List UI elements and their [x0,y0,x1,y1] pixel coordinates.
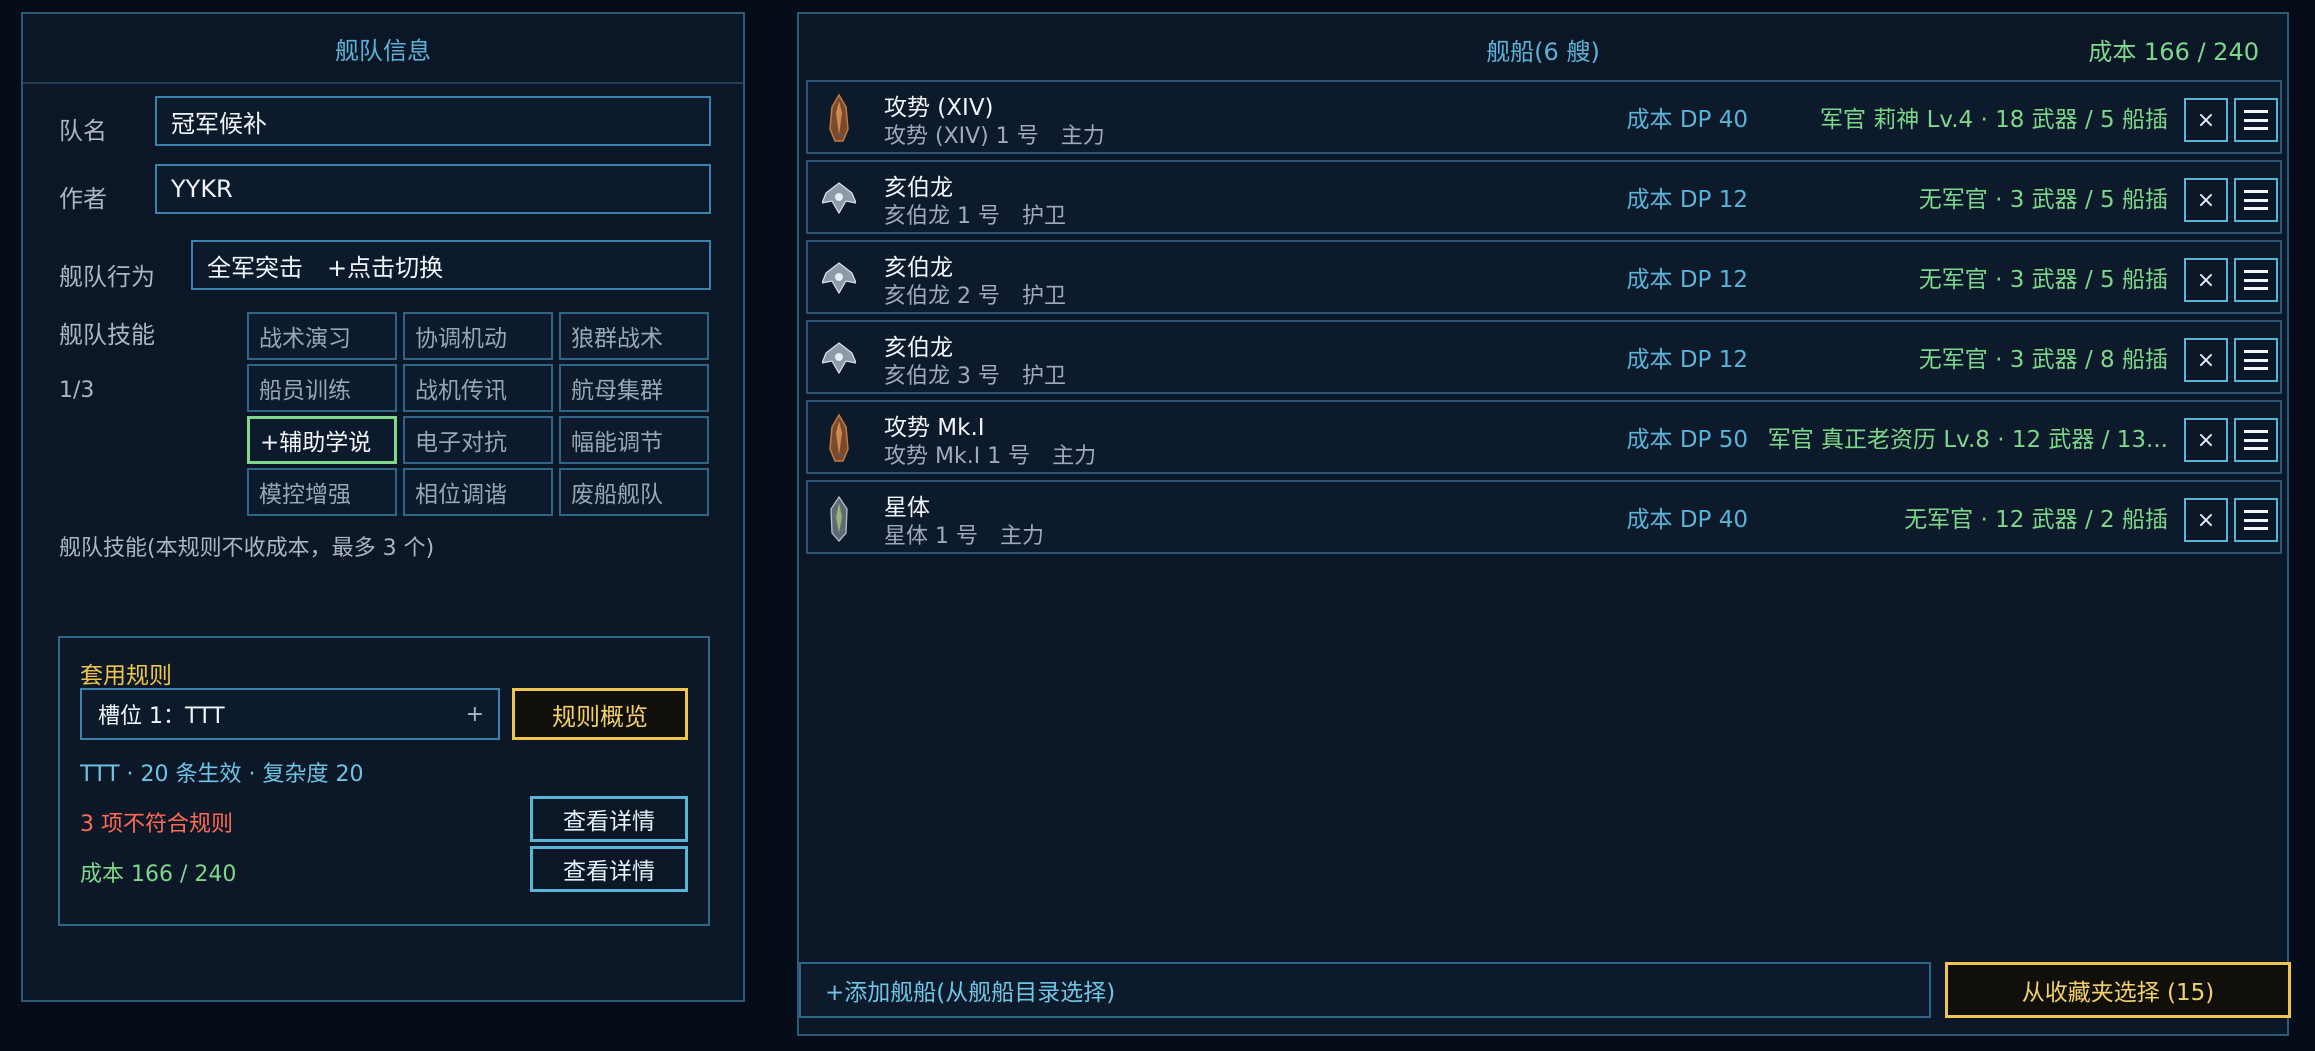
ship-cost: 成本 DP 12 [1626,267,1748,293]
violation-details-button[interactable]: 查看详情 [530,796,688,842]
ship-menu-button[interactable] [2234,258,2278,302]
fleet-behavior-label: 舰队行为 [59,263,155,291]
ship-icon-silver [822,262,856,295]
fleet-skills-label: 舰队技能 [59,321,155,349]
ship-row[interactable]: 攻势 (XIV) 攻势 (XIV) 1 号 主力 成本 DP 40 军官 莉神 … [806,80,2282,154]
ship-officer-info: 军官 莉神 Lv.4 · 18 武器 / 5 船插 [1819,107,2168,133]
skill-flux-regulation[interactable]: 幅能调节 [559,416,709,464]
ship-subtitle: 攻势 (XIV) 1 号 主力 [884,124,1105,149]
fleet-name-input[interactable]: 冠军候补 [155,96,711,146]
ship-officer-info: 无军官 · 3 武器 / 8 船插 [1918,347,2168,373]
rule-slot-select[interactable]: 槽位 1：TTT + [80,688,500,740]
menu-icon [2244,110,2268,130]
skill-support-doctrine[interactable]: +辅助学说 [247,416,397,464]
remove-ship-button[interactable]: × [2184,178,2228,222]
fleet-skills-count: 1/3 [59,378,95,403]
ship-subtitle: 亥伯龙 3 号 护卫 [884,364,1066,389]
remove-ship-button[interactable]: × [2184,98,2228,142]
ship-menu-button[interactable] [2234,98,2278,142]
ship-officer-info: 无军官 · 3 武器 / 5 船插 [1918,187,2168,213]
close-icon: × [2196,107,2216,133]
select-from-favorites-button[interactable]: 从收藏夹选择 (15) [1945,962,2291,1018]
close-icon: × [2196,187,2216,213]
cost-details-button[interactable]: 查看详情 [530,846,688,892]
skill-electronic-warfare[interactable]: 电子对抗 [403,416,553,464]
ship-subtitle: 亥伯龙 2 号 护卫 [884,284,1066,309]
ship-name: 星体 [884,495,930,521]
ships-panel: 舰船(6 艘) 成本 166 / 240 攻势 (XIV) 攻势 (XIV) 1… [797,12,2291,1036]
plus-icon: + [465,702,484,727]
ship-icon-grey [830,495,848,542]
ship-cost: 成本 DP 40 [1626,507,1748,533]
fleet-info-panel: 舰队信息 队名 冠军候补 作者 YYKR 舰队行为 全军突击 +点击切换 舰队技… [21,12,745,1002]
rules-cost-text: 成本 166 / 240 [80,862,237,887]
ship-name: 亥伯龙 [884,335,953,361]
menu-icon [2244,510,2268,530]
remove-ship-button[interactable]: × [2184,418,2228,462]
close-icon: × [2196,347,2216,373]
rules-summary: TTT · 20 条生效 · 复杂度 20 [80,762,364,787]
skill-crew-training[interactable]: 船员训练 [247,364,397,412]
fleet-skills-note: 舰队技能(本规则不收成本，最多 3 个) [59,536,435,561]
rules-violation-text: 3 项不符合规则 [80,812,233,837]
ship-cost: 成本 DP 12 [1626,347,1748,373]
skill-cybernetic-augmentation[interactable]: 模控增强 [247,468,397,516]
close-icon: × [2196,507,2216,533]
remove-ship-button[interactable]: × [2184,498,2228,542]
rules-overview-button[interactable]: 规则概览 [512,688,688,740]
ship-officer-info: 无军官 · 3 武器 / 5 船插 [1918,267,2168,293]
ship-subtitle: 亥伯龙 1 号 护卫 [884,204,1066,229]
author-label: 作者 [59,185,107,213]
ship-row[interactable]: 亥伯龙 亥伯龙 1 号 护卫 成本 DP 12 无军官 · 3 武器 / 5 船… [806,160,2282,234]
ship-name: 亥伯龙 [884,255,953,281]
remove-ship-button[interactable]: × [2184,258,2228,302]
menu-icon [2244,350,2268,370]
ship-row[interactable]: 攻势 Mk.I 攻势 Mk.I 1 号 主力 成本 DP 50 军官 真正老资历… [806,400,2282,474]
skill-phase-coil-tuning[interactable]: 相位调谐 [403,468,553,516]
author-input[interactable]: YYKR [155,164,711,214]
ship-subtitle: 星体 1 号 主力 [884,524,1044,549]
ship-row[interactable]: 亥伯龙 亥伯龙 3 号 护卫 成本 DP 12 无军官 · 3 武器 / 8 船… [806,320,2282,394]
ship-cost: 成本 DP 12 [1626,187,1748,213]
ship-subtitle: 攻势 Mk.I 1 号 主力 [884,444,1097,469]
fleet-behavior-toggle[interactable]: 全军突击 +点击切换 [191,240,711,290]
skill-derelict-operations[interactable]: 废船舰队 [559,468,709,516]
ship-name: 攻势 Mk.I [884,415,985,441]
close-icon: × [2196,427,2216,453]
ship-icon-brown [829,413,849,462]
ship-name: 攻势 (XIV) [884,95,994,121]
ship-icon-brown [829,93,849,142]
remove-ship-button[interactable]: × [2184,338,2228,382]
skill-tactical-drills[interactable]: 战术演习 [247,312,397,360]
ship-officer-info: 无军官 · 12 武器 / 2 船插 [1904,507,2168,533]
ship-cost: 成本 DP 40 [1626,107,1748,133]
menu-icon [2244,190,2268,210]
ship-menu-button[interactable] [2234,418,2278,462]
skill-wolfpack-tactics[interactable]: 狼群战术 [559,312,709,360]
ship-menu-button[interactable] [2234,338,2278,382]
menu-icon [2244,430,2268,450]
ship-name: 亥伯龙 [884,175,953,201]
skill-fighter-uplink[interactable]: 战机传讯 [403,364,553,412]
fleet-name-label: 队名 [59,117,107,145]
ship-row[interactable]: 星体 星体 1 号 主力 成本 DP 40 无军官 · 12 武器 / 2 船插… [806,480,2282,554]
ship-menu-button[interactable] [2234,178,2278,222]
close-icon: × [2196,267,2216,293]
fleet-cost: 成本 166 / 240 [2088,38,2259,66]
ship-icon-silver [822,342,856,375]
ship-row[interactable]: 亥伯龙 亥伯龙 2 号 护卫 成本 DP 12 无军官 · 3 武器 / 5 船… [806,240,2282,314]
ship-icon-silver [822,182,856,215]
rules-title: 套用规则 [80,663,172,689]
ship-cost: 成本 DP 50 [1626,427,1748,453]
skill-coordinated-maneuvers[interactable]: 协调机动 [403,312,553,360]
skill-carrier-group[interactable]: 航母集群 [559,364,709,412]
fleet-info-title: 舰队信息 [23,14,743,84]
add-ship-button[interactable]: +添加舰船(从舰船目录选择) [799,962,1931,1018]
menu-icon [2244,270,2268,290]
rules-box: 套用规则 槽位 1：TTT + 规则概览 TTT · 20 条生效 · 复杂度 … [58,636,710,926]
rule-slot-value: 槽位 1：TTT [98,704,225,729]
ship-menu-button[interactable] [2234,498,2278,542]
ships-panel-title: 舰船(6 艘) [1486,38,1600,66]
ship-officer-info: 军官 真正老资历 Lv.8 · 12 武器 / 13... [1767,427,2168,453]
